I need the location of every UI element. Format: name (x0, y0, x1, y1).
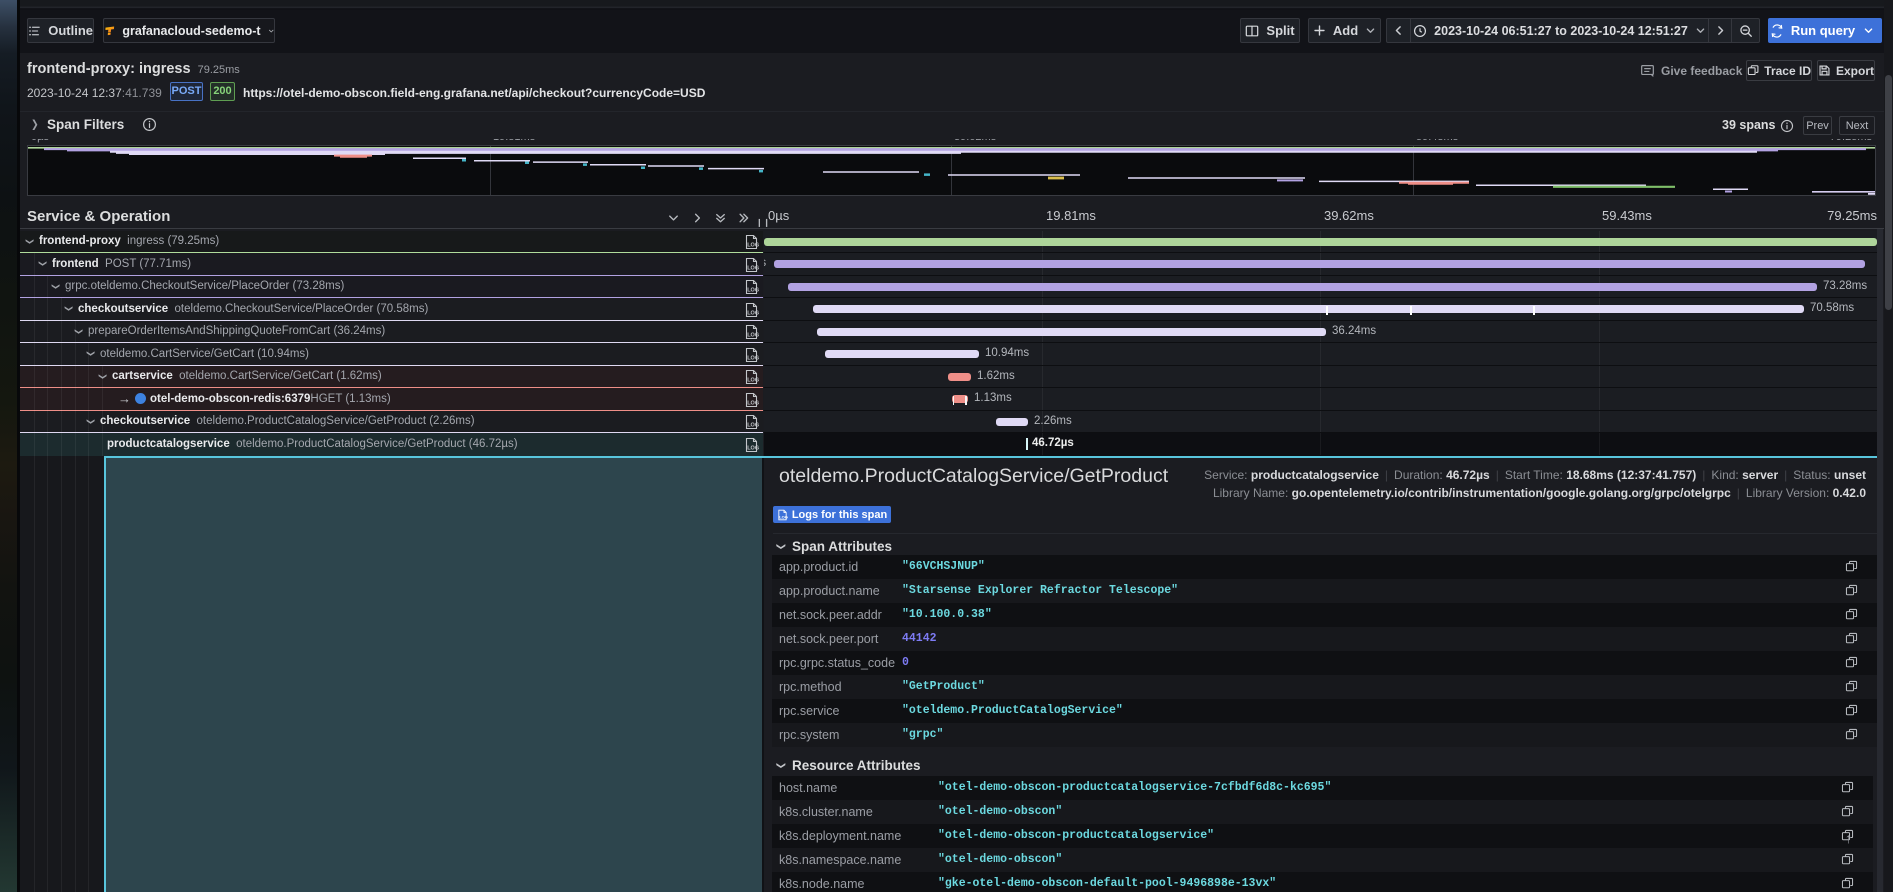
svg-text:LOG: LOG (747, 423, 759, 429)
svg-text:LOG: LOG (747, 400, 759, 406)
svg-text:LOG: LOG (779, 514, 788, 519)
svg-text:LOG: LOG (747, 310, 759, 316)
svg-text:LOG: LOG (747, 288, 759, 294)
svg-text:LOG: LOG (747, 445, 759, 451)
svg-text:LOG: LOG (747, 355, 759, 361)
svg-text:LOG: LOG (747, 378, 759, 384)
svg-text:LOG: LOG (747, 265, 759, 271)
svg-text:LOG: LOG (747, 333, 759, 339)
svg-text:LOG: LOG (747, 243, 759, 249)
